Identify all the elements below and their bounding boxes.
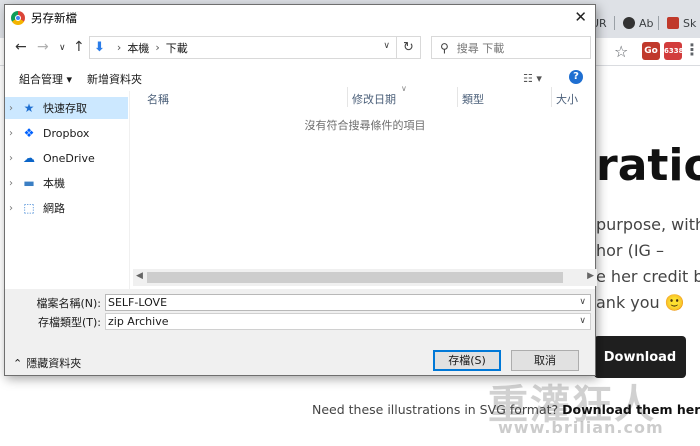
column-header-size[interactable]: 大小	[556, 91, 578, 107]
close-icon[interactable]: ✕	[574, 8, 587, 26]
browser-tab[interactable]: Sk	[658, 12, 696, 34]
empty-folder-message: 沒有符合搜尋條件的項目	[304, 119, 426, 132]
column-header-name[interactable]: 名稱	[147, 91, 169, 107]
expand-chevron-icon[interactable]: ›	[9, 103, 21, 114]
sidebar-item-label: Dropbox	[43, 126, 90, 140]
body-text-line: ank you 🙂	[596, 293, 685, 312]
breadcrumb-item[interactable]: 本機	[127, 40, 149, 56]
sidebar-item-label: 快速存取	[43, 102, 87, 115]
save-as-dialog: 另存新檔 ✕ ← → ∨ ↑ ⬇ › 本機 › 下載 ∨ ↻ ⚲ 搜尋 下載 組…	[4, 4, 597, 376]
save-button[interactable]: 存檔(S)	[433, 350, 501, 371]
dialog-title: 另存新檔	[31, 11, 77, 25]
horizontal-scrollbar[interactable]: ◀ ▶	[133, 269, 597, 286]
go-extension-icon[interactable]: Go	[642, 42, 660, 60]
tab-label: Ab	[639, 16, 654, 30]
navigation-bar: ← → ∨ ↑ ⬇ › 本機 › 下載 ∨ ↻ ⚲ 搜尋 下載	[5, 33, 595, 63]
svg-prompt-text: Need these illustrations in SVG format?	[312, 402, 559, 417]
scrollbar-thumb[interactable]	[147, 272, 563, 283]
cloud-icon: ☁	[23, 151, 35, 165]
filename-field[interactable]: SELF-LOVE ∨	[105, 294, 591, 311]
search-placeholder: 搜尋 下載	[456, 41, 505, 55]
column-divider[interactable]	[347, 87, 348, 107]
bookmark-star-icon[interactable]: ☆	[614, 42, 628, 61]
column-header-date[interactable]: 修改日期	[352, 91, 396, 107]
sidebar-item-dropbox[interactable]: › ❖ Dropbox	[5, 122, 128, 144]
scroll-right-icon[interactable]: ▶	[587, 271, 594, 281]
svg-prompt: Need these illustrations in SVG format? …	[312, 402, 700, 417]
pane-divider[interactable]	[129, 91, 130, 289]
column-divider[interactable]	[457, 87, 458, 107]
scroll-left-icon[interactable]: ◀	[136, 271, 143, 281]
watermark-url: www.brilian.com	[498, 418, 664, 437]
sidebar-item-label: 本機	[43, 177, 65, 190]
star-icon: ★	[23, 101, 35, 115]
save-form: 檔案名稱(N): SELF-LOVE ∨ 存檔類型(T): zip Archiv…	[5, 289, 595, 375]
up-arrow-icon[interactable]: ↑	[73, 39, 85, 55]
sidebar-item-onedrive[interactable]: › ☁ OneDrive	[5, 147, 128, 169]
network-icon: ⬚	[23, 201, 35, 215]
filetype-label: 存檔類型(T):	[37, 316, 101, 329]
tab-label: Sk	[683, 16, 697, 30]
hide-folders-toggle[interactable]: ⌃ 隱藏資料夾	[13, 355, 81, 371]
filename-value: SELF-LOVE	[108, 296, 168, 309]
sidebar-item-this-pc[interactable]: › ▬ 本機	[5, 172, 128, 194]
body-text-line: hor (IG –	[596, 241, 665, 260]
breadcrumb-separator: ›	[116, 41, 122, 54]
svg-download-link[interactable]: Download them here	[562, 402, 700, 417]
expand-chevron-icon[interactable]: ›	[9, 153, 21, 164]
dark-circle-icon	[623, 17, 635, 29]
computer-icon: ▬	[23, 176, 35, 190]
chevron-down-icon[interactable]: ∨	[59, 43, 66, 53]
browser-menu-icon[interactable]: ⋮	[684, 40, 700, 59]
cancel-button[interactable]: 取消	[511, 350, 579, 371]
red-square-icon	[667, 17, 679, 29]
hide-folders-label: 隱藏資料夾	[26, 357, 82, 370]
chevron-down-icon[interactable]: ∨	[579, 314, 586, 329]
help-icon[interactable]: ?	[569, 70, 583, 84]
sidebar-item-label: 網路	[43, 202, 65, 215]
filetype-value: zip Archive	[108, 315, 169, 328]
expand-chevron-icon[interactable]: ›	[9, 128, 21, 139]
chevron-down-icon[interactable]: ∨	[579, 295, 586, 310]
filename-label: 檔案名稱(N):	[36, 297, 101, 310]
dialog-titlebar[interactable]: 另存新檔 ✕	[5, 5, 595, 31]
forward-arrow-icon[interactable]: →	[37, 39, 49, 55]
sidebar-item-quick-access[interactable]: › ★ 快速存取	[5, 97, 128, 119]
tab-separator	[658, 16, 659, 30]
breadcrumb-item[interactable]: 下載	[166, 40, 188, 56]
search-icon: ⚲	[440, 40, 449, 55]
badge-extension-icon[interactable]: 6338	[664, 42, 683, 60]
sort-caret-icon: ∨	[401, 84, 407, 93]
column-header-type[interactable]: 類型	[462, 91, 484, 107]
navigation-pane: › ★ 快速存取 › ❖ Dropbox › ☁ OneDrive › ▬ 本機…	[5, 95, 129, 285]
browser-tab[interactable]: Ab	[614, 12, 654, 34]
back-arrow-icon[interactable]: ←	[15, 39, 27, 55]
breadcrumb-separator: ›	[155, 41, 160, 54]
expand-chevron-icon[interactable]: ›	[9, 203, 21, 214]
new-folder-button[interactable]: 新增資料夾	[87, 71, 142, 87]
tab-separator	[614, 16, 615, 30]
organize-button[interactable]: 組合管理 ▾	[19, 71, 72, 87]
column-divider[interactable]	[551, 87, 552, 107]
sidebar-item-label: OneDrive	[43, 151, 95, 165]
view-options-icon[interactable]: ☷ ▾	[523, 72, 542, 85]
sidebar-item-network[interactable]: › ⬚ 網路	[5, 197, 128, 219]
download-folder-icon: ⬇	[94, 40, 105, 55]
address-dropdown-icon[interactable]: ∨	[383, 41, 390, 51]
column-headers: 名稱 ∨ 修改日期 類型 大小	[133, 84, 597, 107]
body-text-line: e her credit by	[596, 267, 700, 286]
refresh-icon[interactable]: ↻	[397, 36, 421, 59]
chevron-up-icon: ⌃	[13, 356, 23, 370]
page-heading: ratio	[596, 140, 700, 191]
expand-chevron-icon[interactable]: ›	[9, 178, 21, 189]
body-text-line: purpose, with	[596, 215, 700, 234]
search-input[interactable]: ⚲ 搜尋 下載	[431, 36, 591, 59]
chrome-icon	[11, 11, 25, 25]
address-bar[interactable]: ⬇ › 本機 › 下載 ∨	[89, 36, 397, 59]
filetype-select[interactable]: zip Archive ∨	[105, 313, 591, 330]
dropbox-icon: ❖	[23, 126, 35, 140]
